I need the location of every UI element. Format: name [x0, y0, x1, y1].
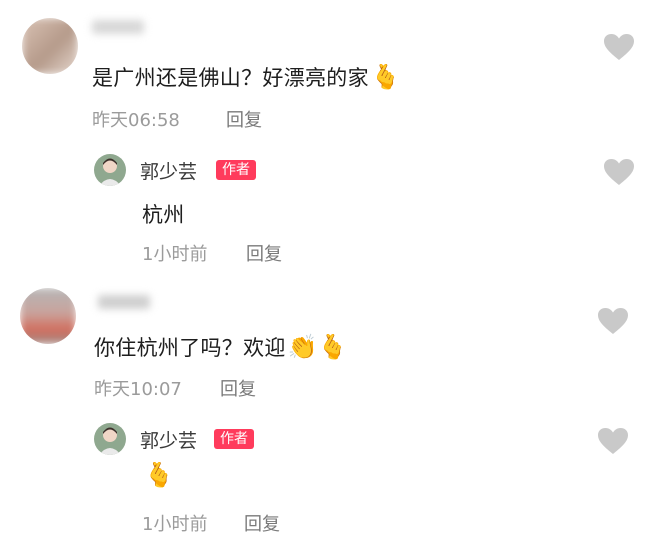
finger-heart-icon: 🫰	[144, 461, 174, 489]
avatar[interactable]	[22, 18, 78, 74]
author-name[interactable]: 郭少芸	[140, 426, 197, 453]
reply-button[interactable]: 回复	[246, 240, 282, 266]
heart-icon[interactable]	[597, 307, 629, 335]
comment-text: 你住杭州了吗？欢迎👏🫰	[94, 333, 349, 361]
avatar[interactable]	[20, 288, 76, 344]
clap-finger-heart-icon: 👏🫰	[287, 333, 349, 361]
heart-icon[interactable]	[597, 427, 629, 455]
heart-icon[interactable]	[603, 33, 635, 61]
finger-heart-icon: 🫰	[370, 63, 402, 91]
username[interactable]	[92, 20, 144, 34]
comment-1: 是广州还是佛山？好漂亮的家🫰 昨天06:58 回复 郭少芸 作者 杭州 1小时前…	[0, 0, 650, 290]
comment-text: 是广州还是佛山？好漂亮的家🫰	[92, 63, 402, 91]
author-avatar[interactable]	[94, 154, 126, 186]
reply-text: 杭州	[142, 203, 185, 227]
comment-time: 昨天06:58	[92, 110, 180, 131]
reply-time: 1小时前	[142, 244, 208, 265]
comment-2: 你住杭州了吗？欢迎👏🫰 昨天10:07 回复 郭少芸 作者 🫰 1小时前 回复	[0, 285, 650, 560]
username[interactable]	[98, 295, 150, 309]
reply-button[interactable]: 回复	[244, 510, 280, 536]
author-badge: 作者	[216, 160, 256, 180]
reply-button[interactable]: 回复	[220, 375, 256, 401]
author-badge: 作者	[214, 429, 254, 449]
comment-time: 昨天10:07	[94, 379, 182, 400]
author-avatar[interactable]	[94, 423, 126, 455]
heart-icon[interactable]	[603, 158, 635, 186]
author-name[interactable]: 郭少芸	[140, 157, 197, 184]
reply-button[interactable]: 回复	[226, 106, 262, 132]
reply-time: 1小时前	[142, 514, 208, 535]
